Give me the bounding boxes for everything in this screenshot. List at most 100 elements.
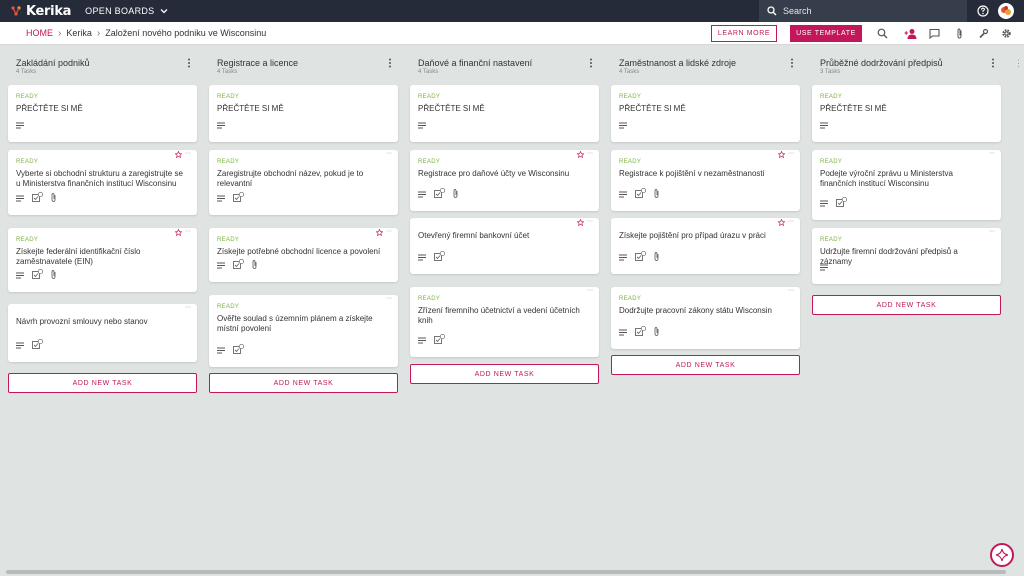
task-status: READY — [619, 296, 642, 302]
card-menu-icon[interactable]: ⋯ — [386, 296, 392, 302]
description-icon — [16, 336, 24, 354]
attachment-icon — [252, 256, 257, 274]
search-input[interactable] — [783, 6, 933, 16]
add-new-task-button[interactable]: ADD NEW TASK — [611, 355, 800, 375]
task-card[interactable]: READY Získejte potřebné obchodní licence … — [209, 228, 398, 282]
checklist-icon — [434, 248, 446, 266]
card-menu-icon[interactable]: ⋯ — [185, 229, 191, 235]
card-menu-icon[interactable]: ⋯ — [386, 229, 392, 235]
add-person-icon[interactable] — [904, 28, 917, 39]
task-card[interactable]: READY Ověřte soulad s územním plánem a zí… — [209, 295, 398, 367]
card-menu-icon[interactable]: ⋯ — [185, 151, 191, 157]
task-card[interactable]: Otevřený firemní bankovní účet ⋯ — [410, 218, 599, 274]
column-menu-icon[interactable] — [388, 58, 392, 68]
description-icon — [820, 194, 828, 212]
open-boards-menu[interactable]: OPEN BOARDS — [85, 6, 168, 16]
column-task-count: 3 Tasks — [820, 69, 841, 75]
user-avatar[interactable] — [998, 3, 1014, 19]
task-card[interactable]: READY Zřízení firemního účetnictví a vede… — [410, 287, 599, 357]
task-card[interactable]: READY PŘEČTĚTE SI MĚ — [8, 85, 197, 142]
task-card[interactable]: READY Registrace k pojištění v nezaměstna… — [611, 150, 800, 211]
add-new-task-button[interactable]: ADD NEW TASK — [209, 373, 398, 393]
task-title: Návrh provozní smlouvy nebo stanov — [16, 317, 148, 326]
column-header[interactable]: Zakládání podniků 4 Tasks — [8, 52, 197, 80]
breadcrumb-org[interactable]: Kerika — [66, 28, 92, 38]
task-status: READY — [418, 296, 441, 302]
add-new-task-button[interactable]: ADD NEW TASK — [812, 295, 1001, 315]
card-menu-icon[interactable]: ⋯ — [788, 151, 794, 157]
column-header[interactable]: Registrace a licence 4 Tasks — [209, 52, 398, 80]
use-template-button[interactable]: USE TEMPLATE — [790, 25, 862, 42]
task-card[interactable]: READY Udržujte firemní dodržování předpis… — [812, 228, 1001, 284]
task-title: Registrace k pojištění v nezaměstnanosti — [619, 169, 765, 178]
card-menu-icon[interactable]: ⋯ — [587, 151, 593, 157]
column-header[interactable]: Zaměstnanost a lidské zdroje 4 Tasks — [611, 52, 800, 80]
star-icon[interactable] — [577, 151, 584, 158]
task-title: PŘEČTĚTE SI MĚ — [16, 104, 83, 113]
star-icon[interactable] — [778, 219, 785, 226]
search-icon[interactable] — [877, 28, 888, 39]
task-card[interactable]: Získejte pojištění pro případ úrazu v pr… — [611, 218, 800, 274]
card-menu-icon[interactable]: ⋯ — [788, 219, 794, 225]
star-icon[interactable] — [175, 151, 182, 158]
column-header[interactable]: Průběžné dodržování předpisů 3 Tasks — [812, 52, 1001, 80]
column-menu-icon[interactable] — [187, 58, 191, 68]
column-menu-icon[interactable] — [790, 58, 794, 68]
task-indicators — [217, 341, 252, 359]
task-status: READY — [619, 159, 642, 165]
task-card[interactable]: READY PŘEČTĚTE SI MĚ — [611, 85, 800, 142]
attachment-icon[interactable] — [954, 28, 965, 39]
task-card[interactable]: READY Podejte výroční zprávu u Ministerst… — [812, 150, 1001, 220]
checklist-icon — [32, 336, 44, 354]
task-card[interactable]: READY Registrace pro daňové účty ve Wisco… — [410, 150, 599, 211]
breadcrumb-home[interactable]: HOME — [26, 28, 53, 38]
column-header[interactable]: Daňové a finanční nastavení 4 Tasks — [410, 52, 599, 80]
open-boards-label: OPEN BOARDS — [85, 6, 155, 16]
add-new-task-button[interactable]: ADD NEW TASK — [410, 364, 599, 384]
search-box[interactable] — [759, 0, 967, 22]
card-menu-icon[interactable]: ⋯ — [989, 151, 995, 157]
task-card[interactable]: READY PŘEČTĚTE SI MĚ — [209, 85, 398, 142]
task-indicators — [418, 248, 453, 266]
task-title: Zaregistrujte obchodní název, pokud je t… — [217, 169, 364, 188]
assistant-button[interactable] — [990, 543, 1014, 567]
task-card[interactable]: READY Zaregistrujte obchodní název, pokud… — [209, 150, 398, 215]
star-icon[interactable] — [577, 219, 584, 226]
attachment-icon — [51, 189, 56, 207]
add-new-task-button[interactable]: ADD NEW TASK — [8, 373, 197, 393]
task-title: Získejte pojištění pro případ úrazu v pr… — [619, 231, 766, 240]
star-icon[interactable] — [778, 151, 785, 158]
task-card[interactable]: READY PŘEČTĚTE SI MĚ — [812, 85, 1001, 142]
task-card[interactable]: READY Vyberte si obchodní strukturu a zar… — [8, 150, 197, 215]
card-menu-icon[interactable]: ⋯ — [788, 288, 794, 294]
task-indicators — [820, 116, 836, 134]
card-menu-icon[interactable]: ⋯ — [185, 305, 191, 311]
task-status: READY — [418, 159, 441, 165]
task-card[interactable]: READY PŘEČTĚTE SI MĚ — [410, 85, 599, 142]
task-indicators — [619, 116, 635, 134]
column-title: Zaměstnanost a lidské zdroje — [619, 58, 737, 68]
help-icon[interactable] — [977, 5, 989, 17]
learn-more-button[interactable]: LEARN MORE — [711, 25, 777, 42]
card-menu-icon[interactable]: ⋯ — [587, 288, 593, 294]
card-menu-icon[interactable]: ⋯ — [989, 229, 995, 235]
description-icon — [820, 258, 828, 276]
horizontal-scrollbar[interactable] — [6, 570, 1006, 574]
checklist-icon — [32, 189, 44, 207]
column-menu-icon[interactable] — [991, 58, 995, 68]
checklist-icon — [635, 323, 647, 341]
checklist-icon — [233, 341, 245, 359]
star-icon[interactable] — [175, 229, 182, 236]
column-menu-icon[interactable] — [589, 58, 593, 68]
task-card[interactable]: Návrh provozní smlouvy nebo stanov ⋯ — [8, 304, 197, 362]
kerika-logo[interactable]: Kerika — [10, 4, 71, 19]
task-card[interactable]: READY Dodržujte pracovní zákony státu Wis… — [611, 287, 800, 349]
star-icon[interactable] — [376, 229, 383, 236]
card-menu-icon[interactable]: ⋯ — [386, 151, 392, 157]
chat-icon[interactable] — [929, 28, 940, 39]
board-column: Zakládání podniků 4 Tasks READY PŘEČTĚTE SI… — [8, 52, 197, 393]
card-menu-icon[interactable]: ⋯ — [587, 219, 593, 225]
wrench-icon[interactable] — [978, 28, 989, 39]
task-card[interactable]: READY Získejte federální identifikační čí… — [8, 228, 197, 292]
gear-icon[interactable] — [1001, 28, 1012, 39]
